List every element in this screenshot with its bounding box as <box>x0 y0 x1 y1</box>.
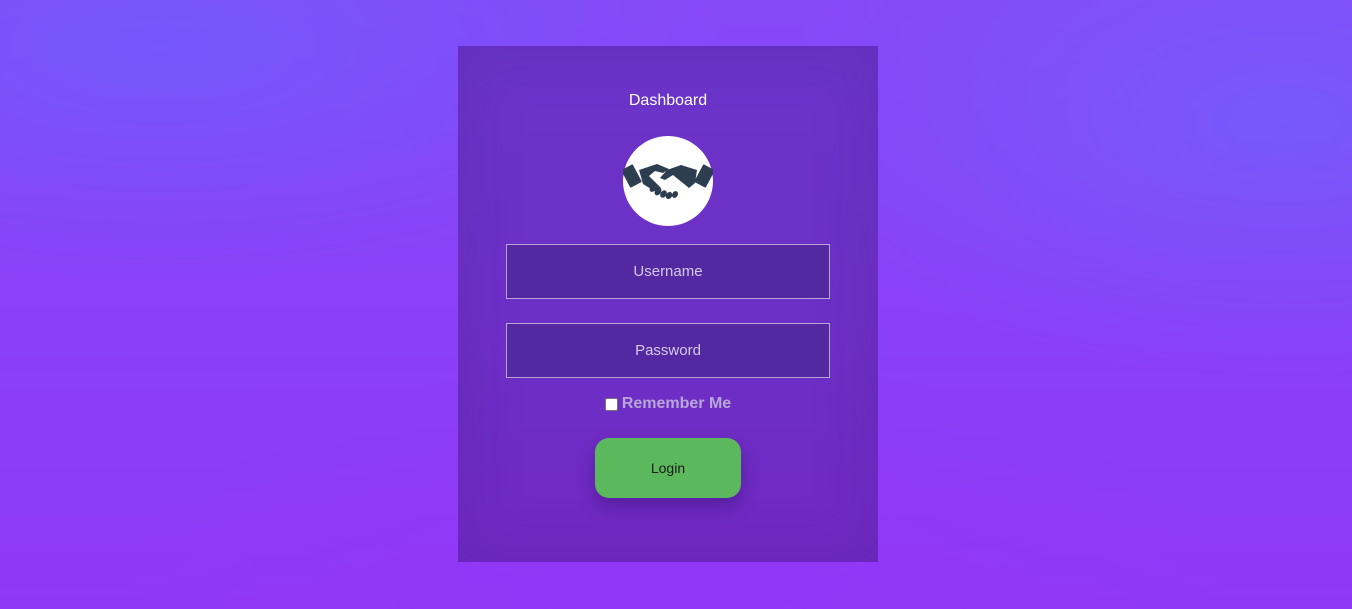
username-input[interactable] <box>506 244 830 299</box>
login-button[interactable]: Login <box>595 438 741 498</box>
remember-me-checkbox[interactable] <box>604 397 618 411</box>
handshake-icon <box>623 164 713 200</box>
avatar <box>623 136 713 226</box>
remember-me-label[interactable]: Remember Me <box>622 395 731 413</box>
remember-me-row: Remember Me <box>458 395 878 413</box>
page-title: Dashboard <box>628 92 708 109</box>
password-input[interactable] <box>506 323 830 378</box>
login-panel: Dashboard Remember Me <box>458 46 878 562</box>
